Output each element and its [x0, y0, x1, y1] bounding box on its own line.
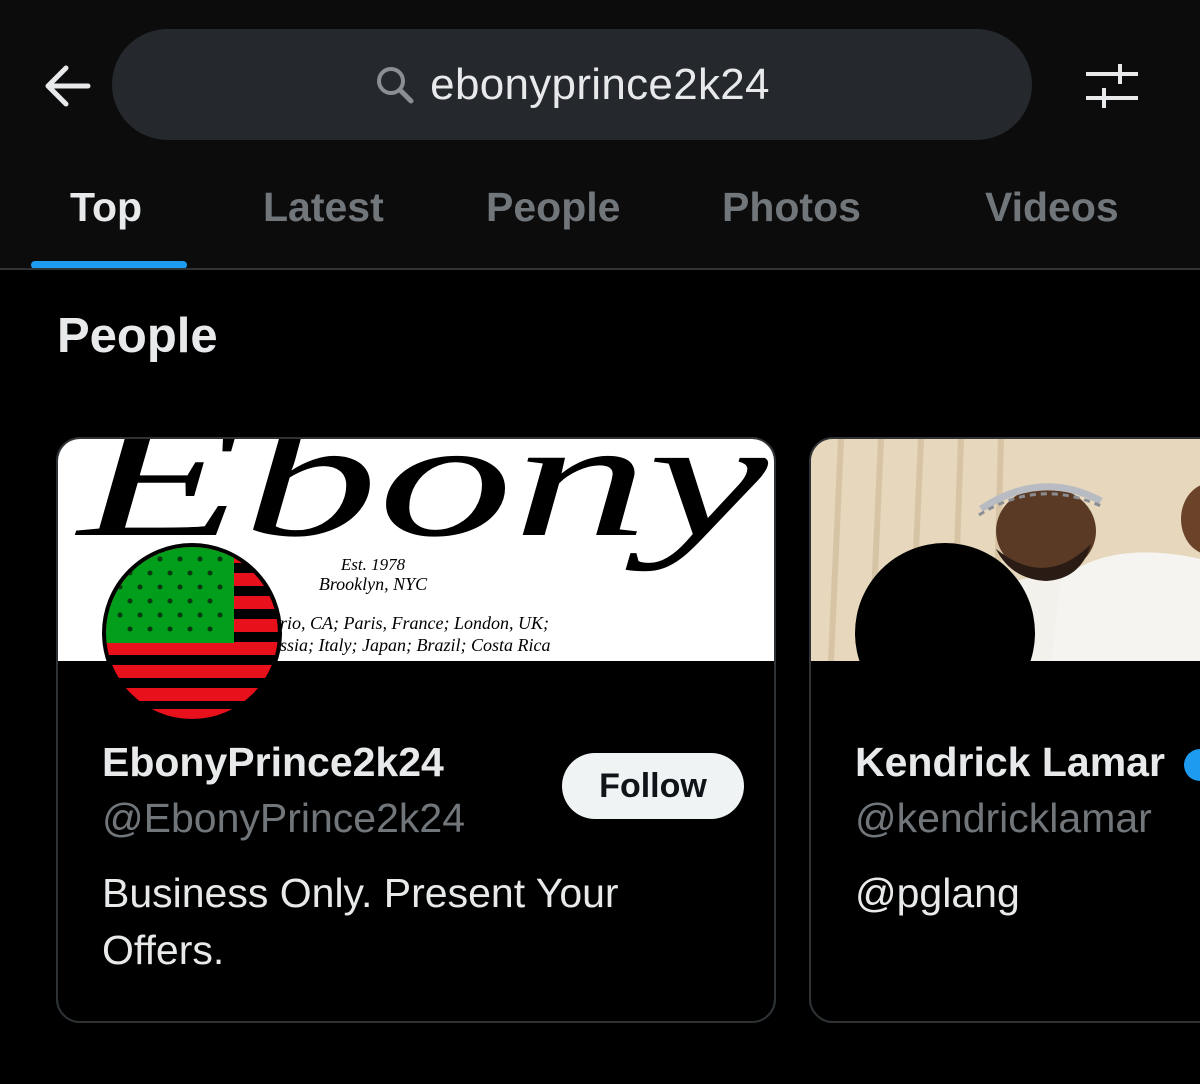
- search-tabs: Top Latest People Photos Videos: [0, 160, 1200, 268]
- section-title: People: [57, 309, 218, 363]
- search-query: ebonyprince2k24: [430, 59, 770, 109]
- search-input[interactable]: ebonyprince2k24: [112, 29, 1032, 140]
- filter-sliders-icon[interactable]: [1080, 56, 1144, 116]
- tab-top[interactable]: Top: [70, 184, 142, 231]
- bio: @pglang: [855, 870, 1020, 916]
- tab-photos[interactable]: Photos: [722, 184, 861, 231]
- display-name-text: Kendrick Lamar: [855, 739, 1165, 785]
- tabs-divider: [0, 268, 1200, 270]
- search-icon: [377, 66, 414, 103]
- bio: Business Only. Present Your Offers.: [102, 870, 619, 973]
- follow-button[interactable]: Follow: [562, 753, 744, 819]
- verified-badge-icon: [1184, 749, 1200, 782]
- handle[interactable]: @kendricklamar: [855, 795, 1152, 842]
- banner-line4: ssia; Italy; Japan; Brazil; Costa Rica: [280, 635, 550, 655]
- back-arrow-icon[interactable]: [36, 56, 100, 116]
- tab-people[interactable]: People: [486, 184, 620, 231]
- avatar[interactable]: [102, 543, 282, 723]
- banner-line2: Brooklyn, NYC: [319, 574, 428, 594]
- banner-line1: Est. 1978: [340, 555, 406, 574]
- display-name[interactable]: Kendrick Lamar: [855, 739, 1200, 786]
- tab-videos[interactable]: Videos: [985, 184, 1119, 231]
- person-card[interactable]: Ebony Est. 1978 Brooklyn, NYC rio, CA; P…: [56, 437, 776, 1023]
- top-bar: ebonyprince2k24 Top Latest People Photos…: [0, 0, 1200, 270]
- banner-line3: rio, CA; Paris, France; London, UK;: [280, 613, 549, 633]
- tab-latest[interactable]: Latest: [263, 184, 384, 231]
- display-name[interactable]: EbonyPrince2k24: [102, 739, 444, 786]
- handle[interactable]: @EbonyPrince2k24: [102, 795, 465, 842]
- avatar[interactable]: [855, 543, 1035, 723]
- person-card[interactable]: Kendrick Lamar @kendricklamar @pglang: [809, 437, 1200, 1023]
